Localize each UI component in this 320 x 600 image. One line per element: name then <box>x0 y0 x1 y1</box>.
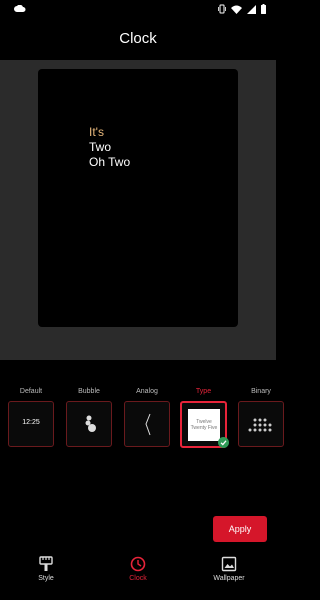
nav-item-style[interactable]: Style <box>11 556 81 582</box>
wallpaper-icon <box>221 556 237 572</box>
signal-icon <box>247 4 256 14</box>
bubble-glyph <box>85 415 96 432</box>
clock-icon <box>130 556 146 572</box>
preview-line-2: Two <box>89 140 112 154</box>
clock-preview-area: It's Two Oh Two <box>0 60 276 360</box>
binary-glyph <box>248 418 272 432</box>
bottom-navigation: Style Clock Wallpaper <box>0 552 276 600</box>
status-bar <box>0 0 276 22</box>
preview-line-1: It's <box>89 125 104 139</box>
clock-option-analog[interactable]: Analog <box>124 388 170 447</box>
vibrate-icon <box>218 4 226 14</box>
wifi-icon <box>231 5 242 14</box>
preview-line-3: Oh Two <box>89 155 131 169</box>
clock-option-default[interactable]: Default 12:25 <box>8 388 54 447</box>
cloud-icon <box>14 5 26 12</box>
default-preview-text: 12:25 <box>22 419 40 426</box>
page-title: Clock <box>119 30 157 47</box>
nav-item-clock[interactable]: Clock <box>103 556 173 582</box>
clock-option-label: Default <box>19 388 43 395</box>
selected-check-icon <box>218 437 229 448</box>
binary-clock-icon[interactable] <box>238 401 284 447</box>
nav-item-wallpaper[interactable]: Wallpaper <box>194 556 264 582</box>
brush-icon <box>39 556 53 571</box>
clock-option-label: Analog <box>136 388 158 395</box>
bubble-clock-icon[interactable] <box>66 401 112 447</box>
clock-option-label: Binary <box>251 388 271 395</box>
clock-option-bubble[interactable]: Bubble <box>66 388 112 447</box>
analog-glyph <box>145 413 151 436</box>
battery-icon <box>261 4 266 14</box>
type-clock-icon[interactable]: Twelve Twenty Five <box>180 401 229 448</box>
analog-clock-icon[interactable] <box>124 401 170 447</box>
nav-label: Clock <box>129 575 147 582</box>
clock-option-label: Type <box>195 388 212 395</box>
clock-option-label: Bubble <box>78 388 100 395</box>
clock-options-carousel[interactable]: Default 12:25 Bubble Analog Type Twelve … <box>0 388 284 458</box>
nav-label: Style <box>38 575 54 582</box>
type-preview-card: Twelve Twenty Five <box>188 409 220 441</box>
lockscreen-preview: It's Two Oh Two <box>38 69 238 327</box>
nav-label: Wallpaper <box>213 575 245 582</box>
clock-option-type[interactable]: Type Twelve Twenty Five <box>180 388 229 448</box>
clock-option-binary[interactable]: Binary <box>238 388 284 447</box>
type-preview-text: Twelve Twenty Five <box>190 419 218 431</box>
apply-button[interactable]: Apply <box>213 516 267 542</box>
digital-clock-icon[interactable]: 12:25 <box>8 401 54 447</box>
